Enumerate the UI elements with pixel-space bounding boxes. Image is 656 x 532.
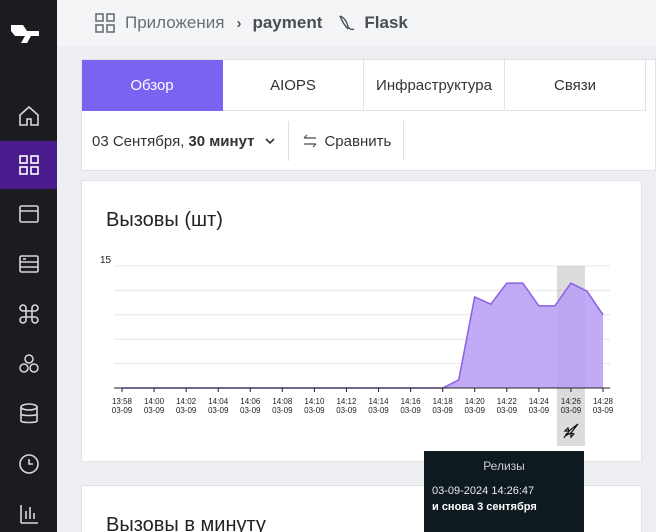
x-tick-label-date: 03-09 — [368, 406, 389, 415]
date-range: 30 минут — [188, 132, 255, 150]
x-tick-label-time: 14:14 — [369, 397, 390, 406]
browser-window-icon — [18, 205, 39, 223]
x-tick-label-time: 14:16 — [401, 397, 422, 406]
calls-chart: 1513:5803-0914:0003-0914:0203-0914:0403-… — [100, 255, 614, 446]
tab-aiops[interactable]: AIOPS — [223, 60, 364, 111]
tooltip-description: и снова 3 сентября — [432, 501, 537, 513]
tab-infrastructure[interactable]: Инфраструктура — [364, 60, 505, 111]
x-tick-label-time: 14:06 — [240, 397, 261, 406]
tooltip-timestamp: 03-09-2024 14:26:47 — [432, 485, 535, 497]
x-tick-label-time: 14:24 — [529, 397, 550, 406]
chevron-down-icon — [265, 138, 276, 145]
x-tick-label-date: 03-09 — [240, 406, 261, 415]
x-tick-label-date: 03-09 — [176, 406, 197, 415]
x-tick-label-time: 14:20 — [465, 397, 486, 406]
tab-overview[interactable]: Обзор — [82, 60, 223, 111]
nav-database[interactable] — [0, 390, 57, 438]
x-tick-label-time: 14:12 — [336, 397, 357, 406]
nav-home[interactable] — [0, 92, 57, 140]
nav-clock[interactable] — [0, 440, 57, 488]
x-tick-label-date: 03-09 — [112, 406, 133, 415]
command-icon — [18, 304, 39, 324]
series-area — [122, 283, 603, 388]
x-tick-label-date: 03-09 — [432, 406, 453, 415]
breadcrumb-service[interactable]: payment — [252, 13, 322, 33]
x-tick-label-time: 14:02 — [176, 397, 197, 406]
tab-bar: Обзор AIOPS Инфраструктура Связи — [82, 60, 646, 111]
grid-icon — [18, 155, 39, 175]
calls-chart-card: Вызовы (шт) 15 13:58 03-09 14:00 03-09 14:02 0… — [81, 180, 642, 462]
server-icon — [18, 255, 39, 273]
x-tick-label-date: 03-09 — [561, 406, 582, 415]
nav-command[interactable] — [0, 290, 57, 338]
grid-icon — [95, 13, 115, 33]
x-tick-label-date: 03-09 — [497, 406, 518, 415]
compare-arrows-icon — [303, 134, 317, 148]
database-icon — [19, 403, 38, 424]
clock-icon — [18, 454, 39, 474]
y-axis-max-label: 15 — [100, 255, 112, 266]
x-tick-label-time: 14:10 — [304, 397, 325, 406]
x-tick-label-date: 03-09 — [144, 406, 165, 415]
chart2-title: Вызовы в минуту — [106, 514, 266, 532]
x-tick-label-time: 14:00 — [144, 397, 165, 406]
x-tick-label-time: 14:26 — [561, 397, 582, 406]
x-tick-label-date: 03-09 — [400, 406, 421, 415]
hexagons-icon — [18, 354, 39, 373]
release-tooltip: Релизы 03-09-2024 14:26:47 и снова 3 сен… — [424, 451, 584, 532]
bar-chart-icon — [19, 505, 38, 524]
x-tick-label-time: 14:08 — [272, 397, 293, 406]
overview-card: Обзор AIOPS Инфраструктура Связи 03 Сент… — [81, 59, 656, 171]
x-tick-label-time: 14:18 — [433, 397, 454, 406]
x-tick-label-time: 14:28 — [593, 397, 614, 406]
x-tick-label-date: 03-09 — [208, 406, 229, 415]
breadcrumb-apps[interactable]: Приложения — [125, 13, 224, 33]
breadcrumb-framework: Flask — [364, 13, 408, 32]
x-tick-label-date: 03-09 — [529, 406, 550, 415]
nav-apps[interactable] — [0, 141, 57, 189]
tooltip-title: Релизы — [483, 459, 525, 473]
controls-bar: 03 Сентября, 30 минут Сравнить — [82, 120, 405, 162]
tab-links[interactable]: Связи — [505, 60, 646, 111]
nav-cluster[interactable] — [0, 340, 57, 388]
chevron-right-icon: › — [236, 14, 242, 32]
x-tick-label-date: 03-09 — [336, 406, 357, 415]
x-tick-label-date: 03-09 — [304, 406, 325, 415]
x-tick-label-date: 03-09 — [593, 406, 614, 415]
home-icon — [18, 105, 39, 126]
x-tick-label-time: 14:22 — [497, 397, 518, 406]
x-tick-label-time: 13:58 — [112, 397, 133, 406]
breadcrumb: Приложения › payment Flask — [57, 0, 656, 46]
compare-label: Сравнить — [324, 132, 392, 150]
x-tick-label-time: 14:04 — [208, 397, 229, 406]
x-tick-label-date: 03-09 — [464, 406, 485, 415]
sidebar — [0, 0, 57, 532]
date-range-picker[interactable]: 03 Сентября, 30 минут — [82, 121, 290, 161]
compare-button[interactable]: Сравнить — [289, 121, 405, 161]
logo-icon[interactable] — [9, 19, 41, 49]
nav-browser[interactable] — [0, 190, 57, 238]
date-prefix: 03 Сентября, — [92, 132, 185, 150]
x-tick-label-date: 03-09 — [272, 406, 293, 415]
nav-servers[interactable] — [0, 240, 57, 288]
flask-icon — [339, 15, 355, 31]
nav-reports[interactable] — [0, 490, 57, 532]
